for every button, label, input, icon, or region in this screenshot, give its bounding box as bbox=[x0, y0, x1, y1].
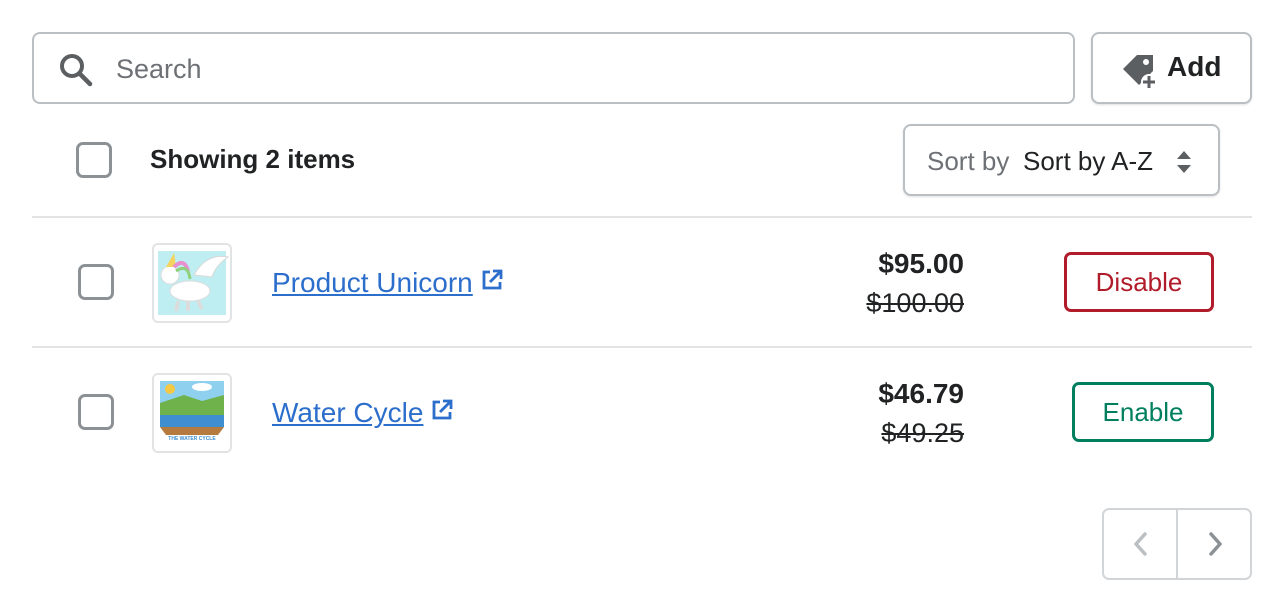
product-link[interactable]: Water Cycle bbox=[272, 396, 453, 429]
unicorn-image bbox=[152, 243, 232, 323]
price-block: $46.79 $49.25 bbox=[878, 376, 964, 451]
external-link-icon bbox=[431, 396, 453, 420]
chevron-right-icon bbox=[1209, 532, 1222, 556]
search-field[interactable] bbox=[32, 32, 1075, 104]
product-name: Product Unicorn bbox=[272, 267, 473, 298]
top-toolbar: Add bbox=[32, 32, 1252, 104]
price-block: $95.00 $100.00 bbox=[866, 246, 964, 321]
next-page-button[interactable] bbox=[1178, 510, 1250, 578]
external-link-icon bbox=[481, 266, 503, 290]
select-all-checkbox[interactable] bbox=[76, 142, 112, 178]
water-cycle-image: THE WATER CYCLE bbox=[152, 373, 232, 453]
disable-button[interactable]: Disable bbox=[1064, 252, 1214, 312]
table-row: THE WATER CYCLE Water Cycle $46.79 $49.2… bbox=[32, 348, 1252, 476]
search-input[interactable] bbox=[114, 48, 1054, 90]
product-link[interactable]: Product Unicorn bbox=[272, 266, 503, 299]
sort-label: Sort by bbox=[927, 146, 1010, 176]
enable-button[interactable]: Enable bbox=[1072, 382, 1214, 442]
sort-select[interactable]: Sort by Sort by A-Z bbox=[903, 124, 1220, 196]
list-header: Showing 2 items Sort by Sort by A-Z bbox=[32, 124, 1252, 216]
item-count-label: Showing 2 items bbox=[150, 144, 356, 174]
thumb-caption: THE WATER CYCLE bbox=[168, 436, 216, 442]
price: $95.00 bbox=[878, 248, 964, 279]
tag-add-icon bbox=[1119, 51, 1159, 91]
row-checkbox[interactable] bbox=[78, 264, 114, 300]
add-button-label: Add bbox=[1167, 51, 1222, 82]
select-caret-icon bbox=[1174, 148, 1194, 176]
row-checkbox[interactable] bbox=[78, 394, 114, 430]
chevron-left-icon bbox=[1134, 532, 1147, 556]
price: $46.79 bbox=[878, 378, 964, 409]
product-name: Water Cycle bbox=[272, 397, 424, 428]
pagination bbox=[1102, 508, 1252, 580]
sort-value: Sort by A-Z bbox=[1023, 146, 1154, 176]
add-button[interactable]: Add bbox=[1091, 32, 1252, 104]
compare-at-price: $49.25 bbox=[881, 418, 964, 448]
previous-page-button[interactable] bbox=[1104, 510, 1178, 578]
search-icon bbox=[58, 52, 94, 88]
compare-at-price: $100.00 bbox=[866, 288, 964, 318]
table-row: Product Unicorn $95.00 $100.00 Disable bbox=[32, 218, 1252, 346]
